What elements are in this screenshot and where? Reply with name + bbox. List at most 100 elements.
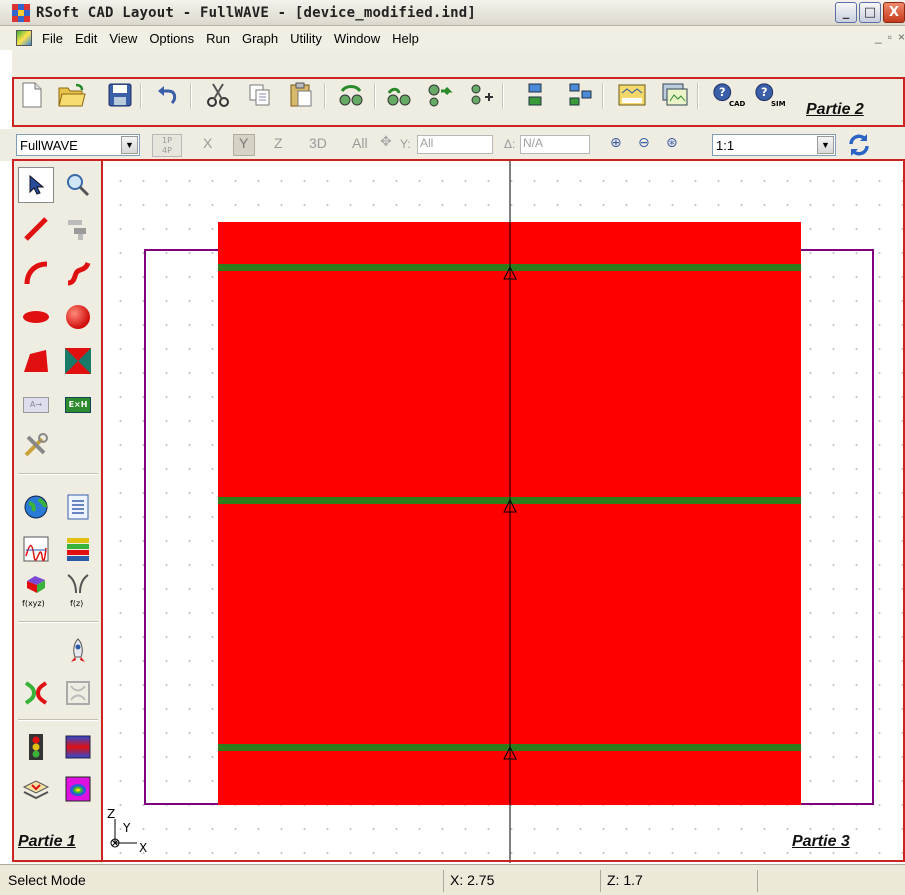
refresh-icon[interactable]: [846, 132, 872, 161]
help-cad-icon[interactable]: ? CAD: [712, 81, 745, 109]
section-label-partie-1: Partie 1: [18, 833, 76, 850]
svg-text:?: ?: [719, 86, 726, 99]
coupler-icon[interactable]: [18, 675, 54, 711]
taper-segment-icon[interactable]: [60, 211, 96, 247]
select-arrow-icon[interactable]: [18, 167, 54, 203]
axis-y-label: Y: [123, 821, 131, 835]
text-label-icon[interactable]: A→: [18, 387, 54, 423]
zoom-ratio-value: 1:1: [716, 137, 735, 153]
menu-run[interactable]: Run: [202, 31, 238, 46]
cut-icon[interactable]: [204, 81, 232, 109]
fz-label: f(z): [70, 599, 84, 608]
zoom-ratio-select[interactable]: 1:1 ▼: [712, 134, 836, 156]
mode-spectrum-icon[interactable]: [18, 531, 54, 567]
text-label-glyph: A→: [23, 397, 49, 413]
axis-z-button[interactable]: Z: [274, 135, 283, 151]
title-bar: RSoft CAD Layout - FullWAVE - [device_mo…: [0, 0, 905, 26]
fxyz-label: f(xyz): [22, 599, 45, 608]
simulator-value: FullWAVE: [20, 137, 78, 153]
zoom-in-icon[interactable]: ⊕: [610, 135, 622, 151]
layer-view-icon[interactable]: [18, 771, 54, 807]
chevron-down-icon[interactable]: ▼: [817, 136, 834, 154]
component-palette: A→ E×H f(xyz) f(z): [14, 161, 102, 863]
window-title: RSoft CAD Layout - FullWAVE - [device_mo…: [36, 4, 477, 21]
document-list-icon[interactable]: [60, 489, 96, 525]
delta-input[interactable]: N/A: [520, 135, 590, 154]
zoom-fit-icon[interactable]: ⊛: [666, 135, 678, 151]
view-3d-button[interactable]: 3D: [309, 135, 327, 151]
menu-edit[interactable]: Edit: [71, 31, 105, 46]
s-bend-icon[interactable]: [60, 255, 96, 291]
paste-icon[interactable]: [287, 81, 315, 109]
panes-label-bottom: 4P: [162, 146, 172, 155]
globe-settings-icon[interactable]: [18, 489, 54, 525]
save-icon[interactable]: [106, 81, 134, 109]
menu-utility[interactable]: Utility: [286, 31, 330, 46]
axis-x-label: X: [139, 841, 148, 855]
layout-canvas[interactable]: Z Y X: [103, 161, 905, 863]
zoom-magnifier-icon[interactable]: [60, 167, 96, 203]
undo-icon[interactable]: [154, 81, 182, 109]
copy-icon[interactable]: [246, 81, 274, 109]
scan-icon[interactable]: [618, 81, 646, 109]
simulator-select[interactable]: FullWAVE ▼: [16, 134, 140, 156]
ungroup-icon[interactable]: [385, 81, 413, 109]
document-icon[interactable]: [16, 30, 32, 46]
mode-contour-icon[interactable]: [60, 771, 96, 807]
launch-rocket-icon[interactable]: [60, 633, 96, 669]
axis-z-label: Z: [107, 807, 116, 821]
field-gradient-icon[interactable]: [60, 729, 96, 765]
mdi-close-button[interactable]: ×: [898, 30, 905, 44]
menu-graph[interactable]: Graph: [238, 31, 286, 46]
grating-frame-icon[interactable]: [60, 675, 96, 711]
arc-segment-icon[interactable]: [18, 255, 54, 291]
status-extra-cell: [757, 870, 905, 892]
mdi-minimize-button[interactable]: _: [875, 30, 882, 44]
distribute-icon[interactable]: [567, 81, 595, 109]
rsoft-app-icon: [12, 3, 30, 22]
menu-file[interactable]: File: [38, 31, 71, 46]
polygon-region-icon[interactable]: [18, 343, 54, 379]
move-y-icon[interactable]: ✥: [380, 134, 392, 150]
menu-help[interactable]: Help: [388, 31, 427, 46]
help-cad-label: CAD: [729, 100, 746, 108]
section-label-partie-2: Partie 2: [806, 101, 864, 118]
status-bar: Select Mode X: 2.75 Z: 1.7: [0, 864, 905, 895]
display-icon[interactable]: [661, 81, 689, 109]
new-icon[interactable]: [18, 81, 46, 109]
sphere-icon[interactable]: [60, 299, 96, 335]
section-label-partie-3: Partie 3: [792, 833, 850, 850]
y-position-input[interactable]: All: [417, 135, 493, 154]
help-sim-icon[interactable]: ? SIM: [754, 81, 786, 109]
axis-y-button[interactable]: Y: [239, 135, 248, 151]
y-position-label: Y:: [400, 137, 411, 151]
exh-monitor-icon[interactable]: E×H: [60, 387, 96, 423]
maximize-button[interactable]: □: [859, 2, 881, 23]
menu-window[interactable]: Window: [330, 31, 388, 46]
group-icon[interactable]: [337, 81, 365, 109]
ellipse-lens-icon[interactable]: [18, 299, 54, 335]
close-button[interactable]: X: [883, 2, 905, 23]
add-component-icon[interactable]: [467, 81, 495, 109]
straight-segment-icon[interactable]: [18, 211, 54, 247]
align-icon[interactable]: [426, 81, 454, 109]
axis-x-button[interactable]: X: [203, 135, 212, 151]
tools-wrench-icon[interactable]: [18, 427, 54, 463]
minimize-button[interactable]: _: [835, 2, 857, 23]
array-icon[interactable]: [522, 81, 550, 109]
chevron-down-icon[interactable]: ▼: [121, 136, 138, 154]
view-toolbar: FullWAVE ▼ 1P 4P X Y Z 3D All ✥ Y: All Δ…: [0, 129, 905, 161]
traffic-light-icon[interactable]: [18, 729, 54, 765]
menu-view[interactable]: View: [105, 31, 145, 46]
mdi-restore-button[interactable]: ▫: [888, 30, 892, 44]
zoom-out-icon[interactable]: ⊖: [638, 135, 650, 151]
open-icon[interactable]: [58, 81, 86, 109]
panes-label-top: 1P: [162, 136, 172, 145]
layer-stack-icon[interactable]: [60, 531, 96, 567]
bow-tie-region-icon[interactable]: [60, 343, 96, 379]
panes-button[interactable]: 1P 4P: [152, 134, 182, 157]
view-all-button[interactable]: All: [352, 135, 368, 151]
help-sim-label: SIM: [771, 100, 786, 108]
status-mode: Select Mode: [8, 872, 86, 888]
menu-options[interactable]: Options: [145, 31, 202, 46]
